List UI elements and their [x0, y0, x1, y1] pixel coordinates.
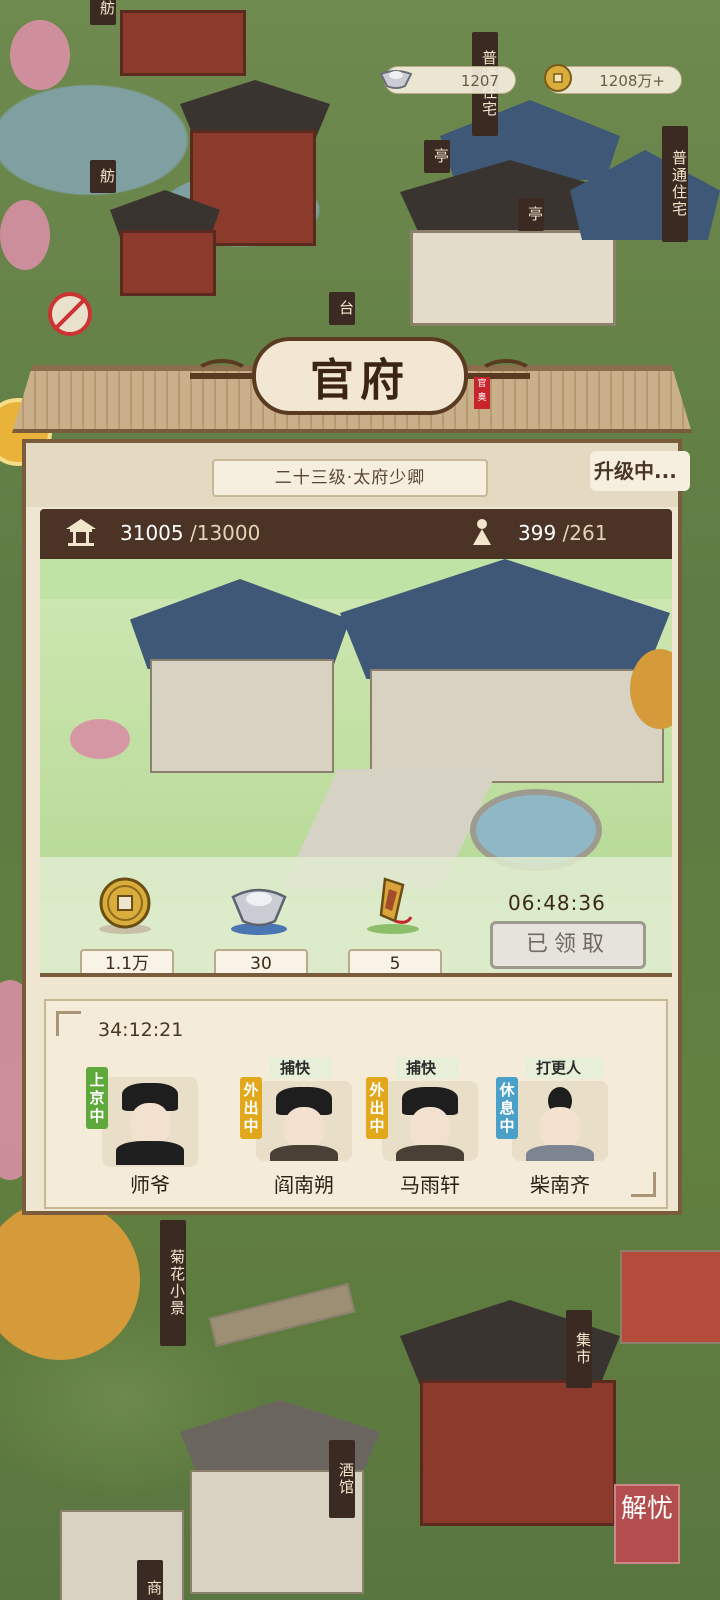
staff-card-shiye[interactable]: 上京中 师爷 [86, 1057, 198, 1197]
reward-silver-value: 30 [214, 949, 308, 973]
staff-name: 师爷 [130, 1173, 170, 1197]
reward-silver[interactable]: 30 [214, 875, 308, 973]
office-roof [340, 559, 670, 679]
reward-copper-value: 1.1万 [80, 949, 174, 973]
rewards-strip: 1.1万 30 5 06:48:36 已领取 [40, 857, 672, 973]
map-label-putong[interactable]: 普通住宅 [662, 126, 688, 242]
prosperity-max: /13000 [189, 521, 261, 545]
robe [270, 1145, 338, 1161]
staff-role: 捕快 [270, 1057, 333, 1079]
population-current: 399 [518, 521, 557, 545]
map-label-jishi[interactable]: 集市 [566, 1310, 592, 1388]
staff-timer: 34:12:21 [98, 1019, 184, 1041]
silver-ingot-icon [379, 61, 413, 95]
status-tag: 休息中 [496, 1077, 518, 1139]
robe [116, 1141, 184, 1165]
rank-label: 二十三级·太府少卿 [212, 459, 488, 497]
panel-title: 官府 [310, 355, 410, 406]
map-label-shang[interactable]: 商 [137, 1560, 163, 1600]
status-tag: 外出中 [240, 1077, 262, 1139]
status-tag: 外出中 [366, 1077, 388, 1139]
map-label-tai[interactable]: 台 [329, 292, 355, 325]
staff-name: 阎南朔 [274, 1173, 334, 1197]
map-label-ting[interactable]: 亭 [518, 198, 544, 231]
silver-amount: 1207 [460, 72, 499, 90]
cherry-tree [10, 20, 70, 90]
coin-counter[interactable]: 1208万+ [544, 64, 682, 94]
title-box: 官府 [252, 337, 468, 415]
stats-bar: 31005 /13000 399 /261 [40, 509, 672, 559]
claimed-button[interactable]: 已领取 [490, 921, 646, 969]
house-building[interactable] [410, 230, 616, 326]
office-hall [370, 669, 664, 783]
staff-portrait [512, 1081, 608, 1161]
staff-name: 马雨轩 [400, 1173, 460, 1197]
robe [526, 1145, 594, 1161]
copper-coin-icon [95, 875, 155, 935]
prosperity-value: 31005 /13000 [120, 521, 260, 545]
rank-row: 二十三级·太府少卿 升级中... [26, 443, 690, 507]
cherry-tree [0, 200, 50, 270]
staff-name: 柴南齐 [530, 1173, 590, 1197]
prosperity-icon [64, 517, 98, 552]
staff-role: 打更人 [526, 1057, 604, 1079]
population-value: 399 /261 [518, 521, 607, 545]
office-hall [150, 659, 334, 773]
staff-card-mayuxuan[interactable]: 捕快 外出中 马雨轩 [366, 1057, 478, 1197]
coin-amount: 1208万+ [599, 72, 665, 90]
flower-bush [70, 719, 130, 759]
staff-portrait [382, 1081, 478, 1161]
market-building[interactable] [420, 1380, 616, 1526]
title-seal: 官奥 [474, 377, 490, 409]
prosperity-current: 31005 [120, 521, 184, 545]
population-icon [470, 517, 494, 552]
government-office-panel: 官府 官奥 二十三级·太府少卿 升级中... 31005 /13000 399 … [12, 337, 692, 1215]
jieyou-button[interactable]: 解忧 [614, 1484, 680, 1564]
panel-body: 二十三级·太府少卿 升级中... 31005 /13000 399 /261 1… [22, 439, 690, 1215]
flower-bed [208, 1283, 356, 1347]
staff-card-yannanshuo[interactable]: 捕快 外出中 阎南朔 [240, 1057, 352, 1197]
cloud-ornament-icon [194, 359, 250, 391]
population-max: /261 [562, 521, 608, 545]
building[interactable] [120, 230, 216, 296]
silver-counter[interactable]: 1207 [379, 66, 516, 94]
no-entry-icon[interactable] [48, 292, 92, 336]
reward-token[interactable]: 5 [348, 875, 442, 973]
autumn-tree [0, 1200, 140, 1360]
reward-token-value: 5 [348, 949, 442, 973]
staff-portrait [102, 1077, 198, 1167]
office-roof [130, 579, 350, 669]
robe [396, 1145, 464, 1161]
corner-ornament-icon [56, 1011, 81, 1036]
staff-card-chainanqi[interactable]: 打更人 休息中 柴南齐 [496, 1057, 608, 1197]
shop-building[interactable] [60, 1510, 184, 1600]
staff-portrait [256, 1081, 352, 1161]
copper-coin-icon [541, 61, 575, 95]
corner-ornament-icon [631, 1172, 656, 1197]
reward-copper[interactable]: 1.1万 [80, 875, 174, 973]
office-scene[interactable]: 1.1万 30 5 06:48:36 已领取 [40, 559, 672, 977]
silver-ingot-icon [229, 875, 289, 935]
status-tag: 上京中 [86, 1067, 108, 1129]
map-label-jiuguan[interactable]: 酒馆 [329, 1440, 355, 1518]
map-label-ting[interactable]: 亭 [424, 140, 450, 173]
map-label-juhua[interactable]: 菊花小景 [160, 1220, 186, 1346]
upgrade-status[interactable]: 升级中... [590, 451, 690, 491]
reward-timer: 06:48:36 [508, 891, 606, 915]
staff-section: 34:12:21 上京中 师爷 捕快 外出中 阎南朔 捕快 外出中 马雨轩 打更… [44, 999, 668, 1209]
building[interactable] [120, 10, 246, 76]
map-label-fang[interactable]: 舫 [90, 0, 116, 25]
lantern-stall[interactable] [620, 1250, 720, 1344]
token-icon [363, 875, 423, 935]
map-label-fang[interactable]: 舫 [90, 160, 116, 193]
panel-title-plate: 官府 官奥 [190, 337, 534, 415]
staff-role: 捕快 [396, 1057, 459, 1079]
